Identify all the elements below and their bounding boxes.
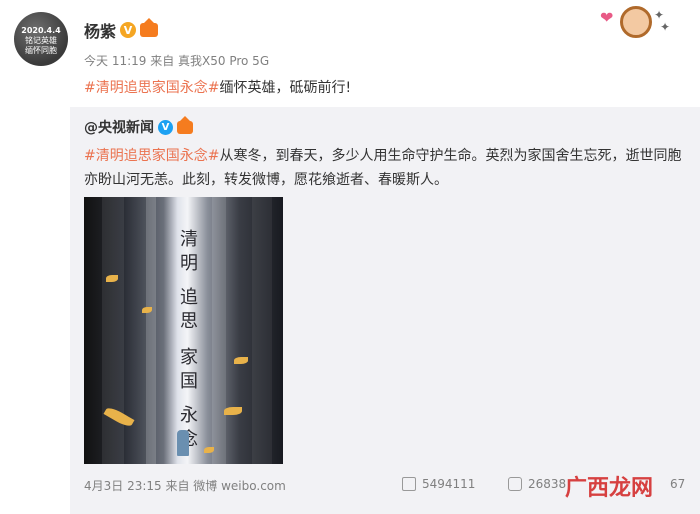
- topic-link[interactable]: #清明追思家国永念#: [84, 80, 219, 96]
- crown-icon: [140, 18, 159, 37]
- poster-text-2: 追思: [177, 287, 198, 335]
- repost-card: @央视新闻 V #清明追思家国永念#从寒冬，到春天，多少人用生命守护生命。英烈为…: [70, 107, 700, 514]
- poster-text-1: 清明: [177, 229, 198, 277]
- leaf-decoration: [204, 447, 214, 453]
- star-icon: ✦: [660, 20, 671, 34]
- repost-topic-link[interactable]: #清明追思家国永念#: [84, 148, 219, 164]
- post-body: 缅怀英雄，砥砺前行!: [219, 80, 352, 96]
- poster-text-3: 家国: [177, 347, 198, 395]
- avatar[interactable]: 2020.4.4 铭记英雄 缅怀同胞: [14, 12, 68, 66]
- avatar-line-2: 铭记英雄: [25, 36, 57, 45]
- comment-count-button[interactable]: 26838: [508, 477, 566, 491]
- watermark: 广西龙网: [565, 476, 654, 501]
- like-count: 67: [670, 477, 686, 491]
- leaf-decoration: [142, 307, 152, 313]
- weibo-post: 2020.4.4 铭记英雄 缅怀同胞 杨紫 V ❤ ✦ ✦ 今天 11:19 来…: [0, 0, 700, 514]
- share-icon: [402, 477, 416, 491]
- leaf-decoration: [224, 407, 242, 415]
- author-row: 杨紫 V: [84, 18, 159, 42]
- crown-icon: [177, 115, 193, 134]
- poster-image[interactable]: 清明 追思 家国 永念: [84, 197, 283, 464]
- verified-v-icon: V: [158, 119, 173, 135]
- avatar-line-1: 2020.4.4: [21, 26, 61, 35]
- repost-text: #清明追思家国永念#从寒冬，到春天，多少人用生命守护生命。英烈为家国舍生忘死，逝…: [84, 144, 694, 192]
- avatar-line-3: 缅怀同胞: [25, 46, 57, 55]
- repost-user-name[interactable]: @央视新闻: [84, 117, 154, 137]
- repost-count: 5494111: [422, 477, 476, 491]
- heart-icon: ❤: [600, 8, 614, 27]
- decoration-sticker: ❤ ✦ ✦: [600, 2, 671, 38]
- author-name[interactable]: 杨紫: [84, 18, 116, 42]
- leaf-decoration: [106, 275, 118, 282]
- verified-v-icon: V: [120, 22, 137, 38]
- repost-count-button[interactable]: 5494111: [402, 477, 475, 491]
- cartoon-face-icon: [620, 6, 652, 38]
- figure-silhouette: [177, 430, 189, 456]
- comment-icon: [508, 477, 522, 491]
- repost-user-row: @央视新闻 V: [84, 115, 193, 137]
- post-meta: 今天 11:19 来自 真我X50 Pro 5G: [84, 54, 270, 68]
- like-count-button[interactable]: 67: [670, 477, 685, 491]
- post-text: #清明追思家国永念#缅怀英雄，砥砺前行!: [84, 77, 351, 97]
- comment-count: 26838: [528, 477, 567, 491]
- repost-meta: 4月3日 23:15 来自 微博 weibo.com: [84, 479, 286, 493]
- leaf-decoration: [234, 357, 248, 364]
